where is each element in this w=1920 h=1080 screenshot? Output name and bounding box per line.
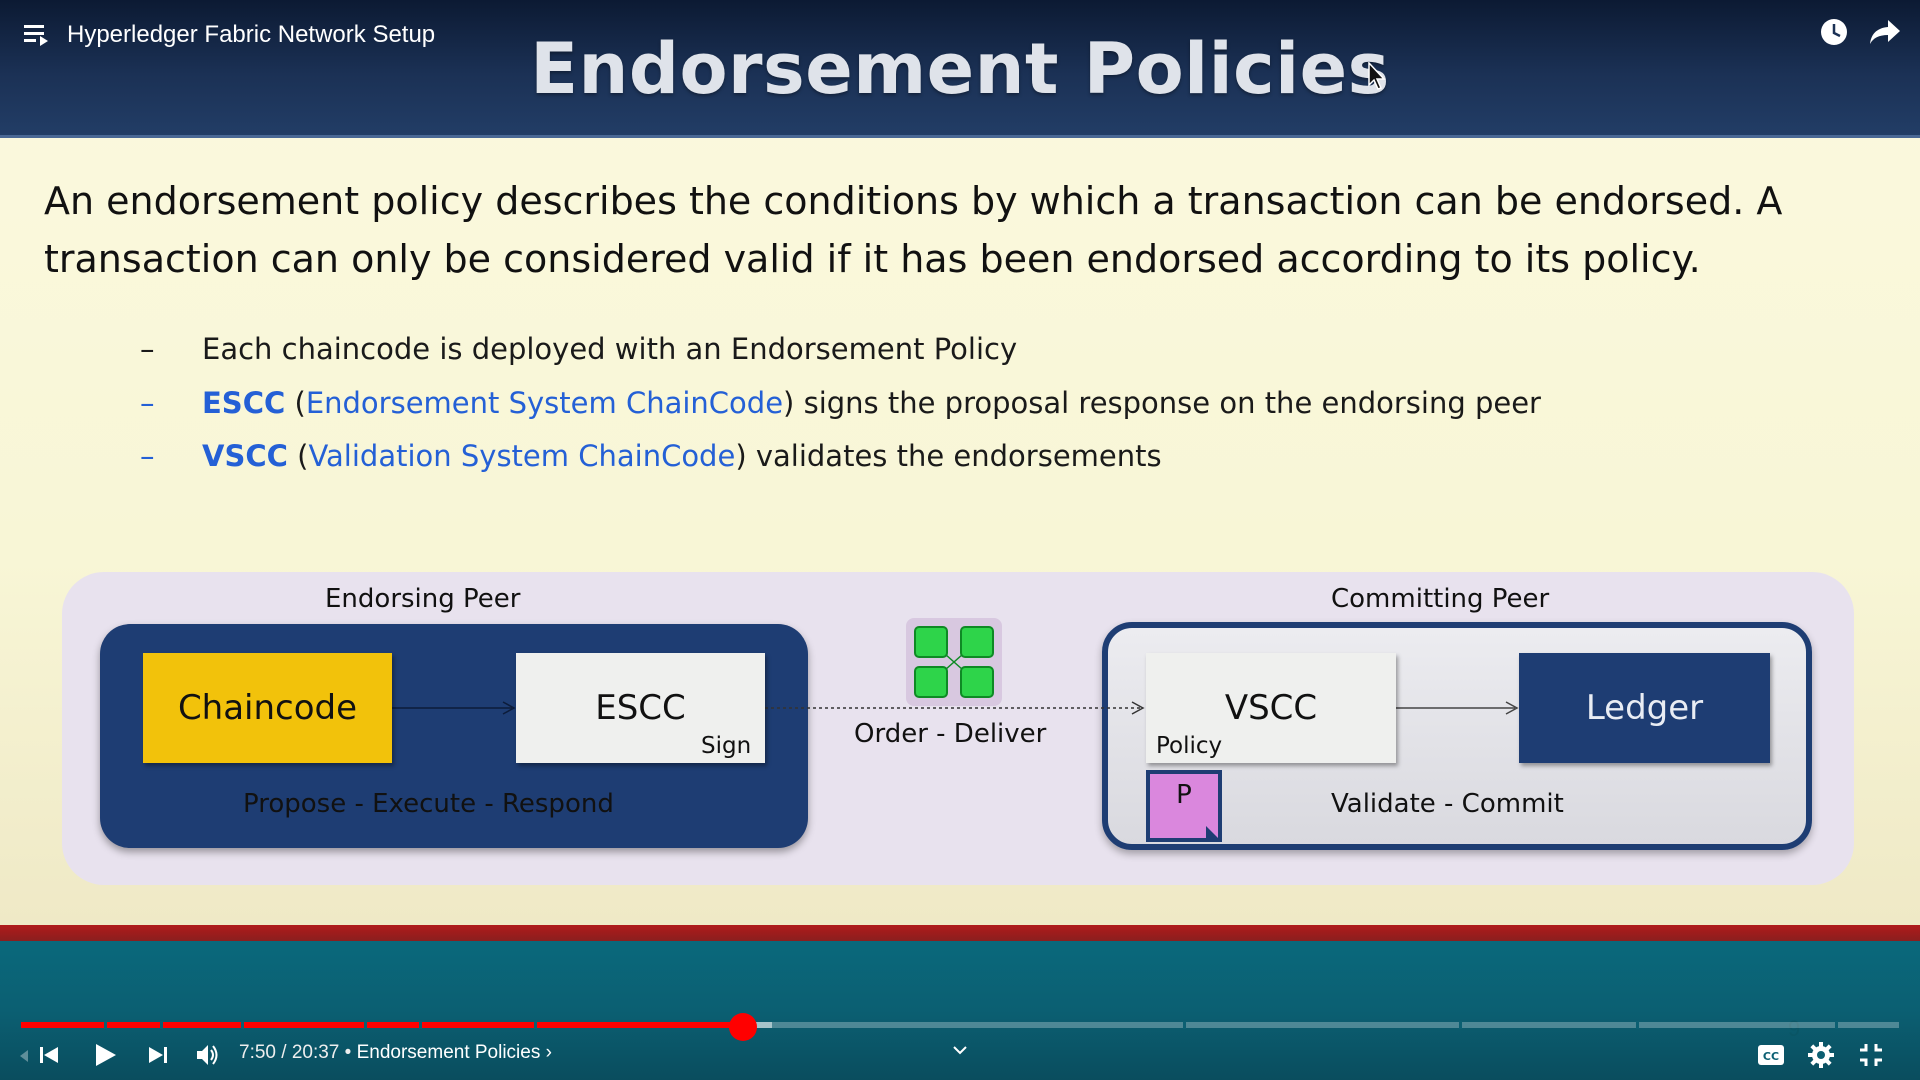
mouse-cursor-icon (1368, 62, 1386, 90)
orderer-caption: Order - Deliver (854, 719, 1047, 749)
slide-bottom-band (0, 925, 1920, 941)
escc-sign-label: Sign (701, 733, 752, 759)
orderer-icon (906, 618, 1002, 706)
time-display: 7:50 / 20:37 • Endorsement Policies › (239, 1042, 552, 1064)
chapter-bullet: • (344, 1042, 352, 1063)
chapter-title[interactable]: Endorsement Policies › (357, 1042, 552, 1063)
policy-document-icon: P (1146, 770, 1222, 842)
skip-back-icon[interactable] (36, 1042, 62, 1068)
committing-caption: Validate - Commit (1331, 789, 1564, 819)
progress-scrubber[interactable] (729, 1013, 757, 1041)
current-time: 7:50 (239, 1042, 276, 1063)
slide-page-number: 9 (1788, 1016, 1801, 1041)
duration: 20:37 (291, 1042, 340, 1063)
flow-arrows (392, 701, 1519, 715)
policy-doc-label: P (1176, 780, 1192, 810)
chaincode-node: Chaincode (143, 653, 392, 763)
svg-text:CC: CC (1763, 1050, 1779, 1063)
play-icon[interactable] (90, 1040, 120, 1070)
chevron-down-icon[interactable] (951, 1041, 969, 1059)
time-separator: / (281, 1042, 287, 1063)
progress-played (21, 1022, 735, 1028)
previous-frame-icon[interactable] (12, 1044, 36, 1068)
volume-icon[interactable] (194, 1041, 222, 1069)
next-icon[interactable] (145, 1042, 171, 1068)
endorsing-caption: Propose - Execute - Respond (243, 789, 614, 819)
chapter-title-text: Endorsement Policies (356, 1042, 541, 1063)
settings-icon[interactable] (1807, 1041, 1835, 1069)
watch-later-icon[interactable] (1819, 17, 1849, 47)
player-top-overlay: Hyperledger Fabric Network Setup (0, 0, 1920, 90)
ledger-node: Ledger (1519, 653, 1770, 763)
exit-fullscreen-icon[interactable] (1858, 1042, 1884, 1068)
video-title[interactable]: Hyperledger Fabric Network Setup (67, 21, 435, 49)
cc-icon[interactable]: CC (1756, 1042, 1786, 1068)
vscc-policy-label: Policy (1156, 733, 1223, 759)
progress-bar[interactable] (21, 1021, 1899, 1029)
chapter-arrow: › (545, 1042, 552, 1063)
playlist-icon[interactable] (24, 22, 52, 48)
slide: Endorsement Policies An endorsement poli… (0, 0, 1920, 925)
share-icon[interactable] (1868, 17, 1902, 47)
